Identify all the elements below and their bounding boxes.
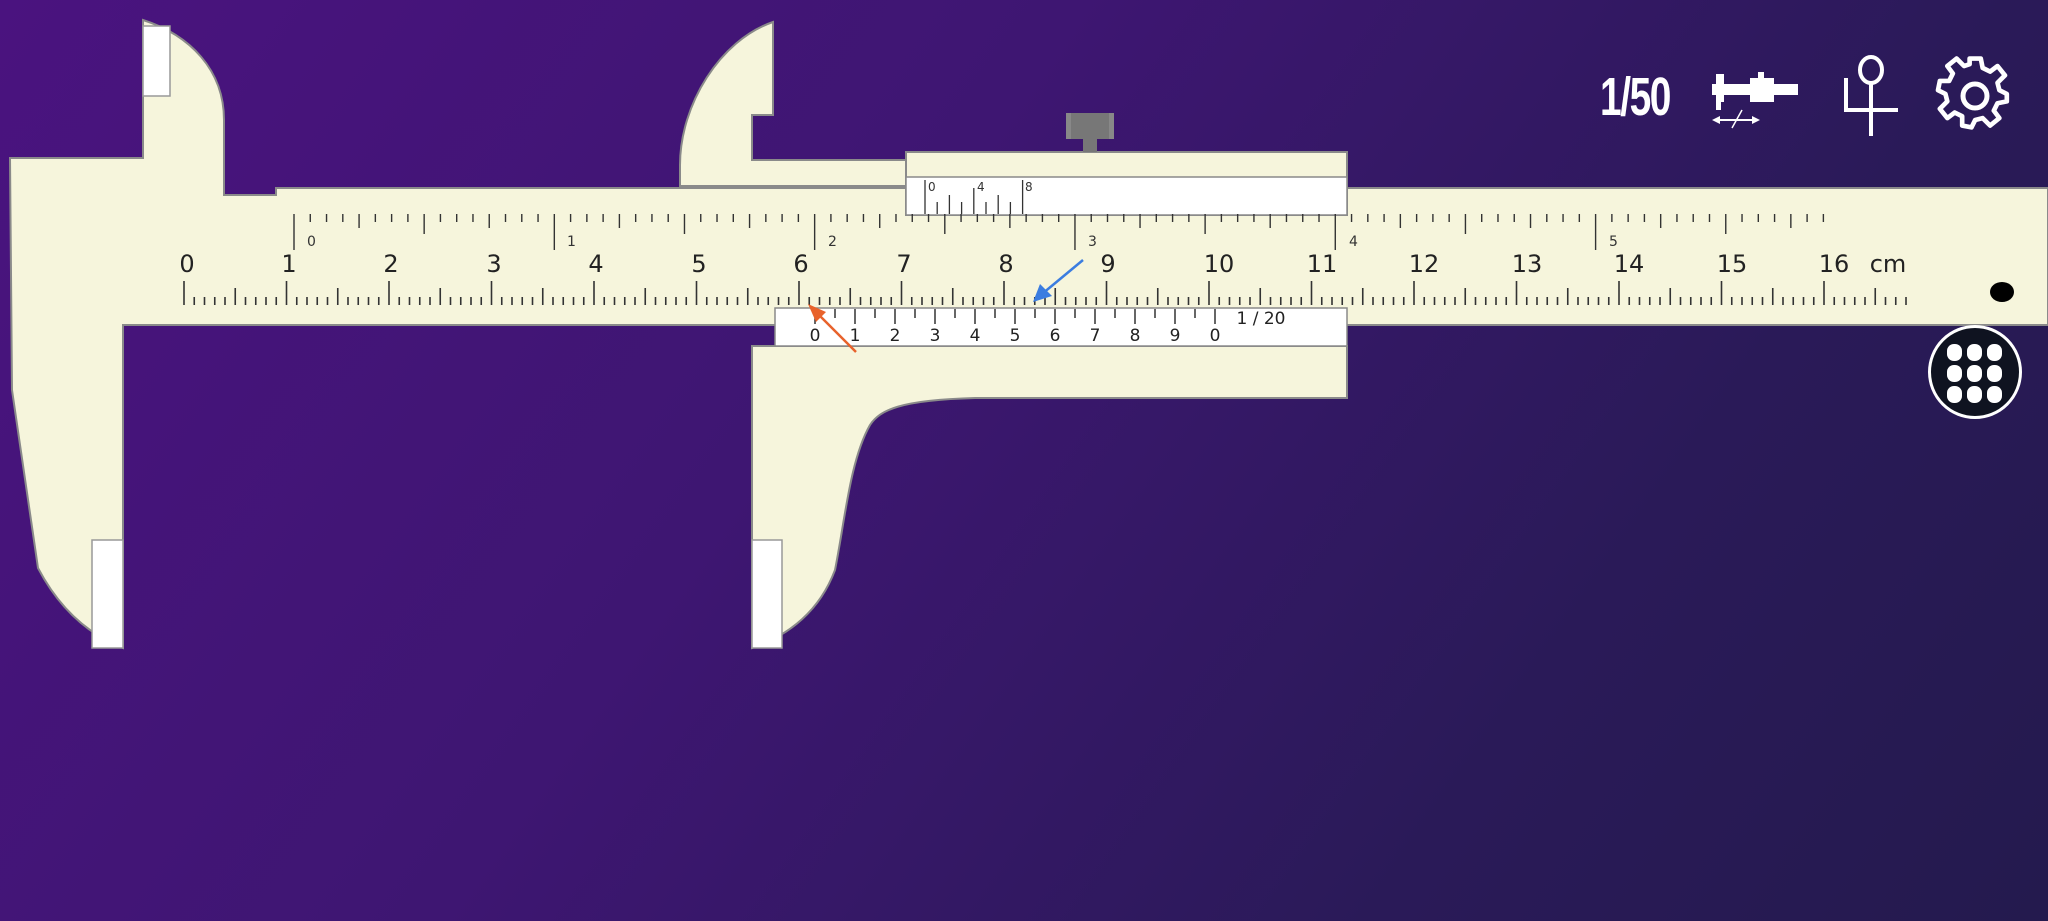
caliper-mode-button[interactable] [1706, 64, 1806, 134]
cm-label: 16 [1819, 250, 1850, 278]
cm-label: 15 [1717, 250, 1748, 278]
inch-label: 0 [307, 234, 316, 250]
settings-button[interactable] [1933, 54, 2017, 138]
vernier-label: 7 [1090, 326, 1101, 346]
cm-label: 7 [896, 250, 911, 278]
vernier-label: 5 [1010, 326, 1021, 346]
lower-jaw-tip-right [751, 539, 783, 649]
cm-label: 2 [383, 250, 398, 278]
menu-button[interactable] [1928, 325, 2022, 419]
cm-label: 14 [1614, 250, 1645, 278]
cm-label: 10 [1204, 250, 1235, 278]
cm-label: 13 [1512, 250, 1543, 278]
vernier-label: 0 [1210, 326, 1221, 346]
lower-jaw-tip-left [91, 539, 124, 649]
beam-hole [1990, 282, 2014, 302]
unit-label: cm [1870, 250, 1907, 278]
inch-label: 4 [1349, 234, 1358, 250]
inch-vernier-label: 4 [977, 180, 985, 194]
caliper-icon [1712, 72, 1798, 129]
inch-label: 1 [567, 234, 576, 250]
vernier-label: 9 [1170, 326, 1181, 346]
vernier-label: 6 [1050, 326, 1061, 346]
cm-label: 12 [1409, 250, 1440, 278]
vernier-label: 2 [890, 326, 901, 346]
inch-label: 2 [828, 234, 837, 250]
upper-jaw-tip-left [142, 25, 171, 97]
vernier-label: 0 [810, 326, 821, 346]
cm-label: 8 [998, 250, 1013, 278]
precision-label[interactable]: 1/50 [1599, 62, 1671, 132]
inch-vernier-window [905, 176, 1348, 216]
vernier-label: 8 [1130, 326, 1141, 346]
cm-label: 4 [588, 250, 603, 278]
vernier-label: 1 [850, 326, 861, 346]
inch-vernier-label: 0 [928, 180, 936, 194]
depth-mode-button[interactable] [1838, 54, 1904, 140]
cm-label: 1 [281, 250, 296, 278]
cm-label: 3 [486, 250, 501, 278]
thumb-screw[interactable] [1066, 113, 1114, 152]
depth-gauge-icon [1844, 55, 1898, 136]
inch-vernier-label: 8 [1025, 180, 1033, 194]
cm-label: 0 [179, 250, 194, 278]
cm-label: 6 [793, 250, 808, 278]
caliper-stage: 0 1 2 3 4 5 6 7 8 9 10 11 12 13 14 15 16… [8, 18, 2048, 650]
vernier-label: 4 [970, 326, 981, 346]
cm-label: 9 [1100, 250, 1115, 278]
cm-label: 11 [1307, 250, 1338, 278]
cm-label: 5 [691, 250, 706, 278]
inch-label: 3 [1088, 234, 1097, 250]
vernier-resolution: 1 / 20 [1237, 309, 1286, 329]
gear-icon [1935, 56, 2010, 130]
grid-dots-icon [1947, 344, 2002, 403]
inch-label: 5 [1609, 234, 1618, 250]
vernier-label: 3 [930, 326, 941, 346]
